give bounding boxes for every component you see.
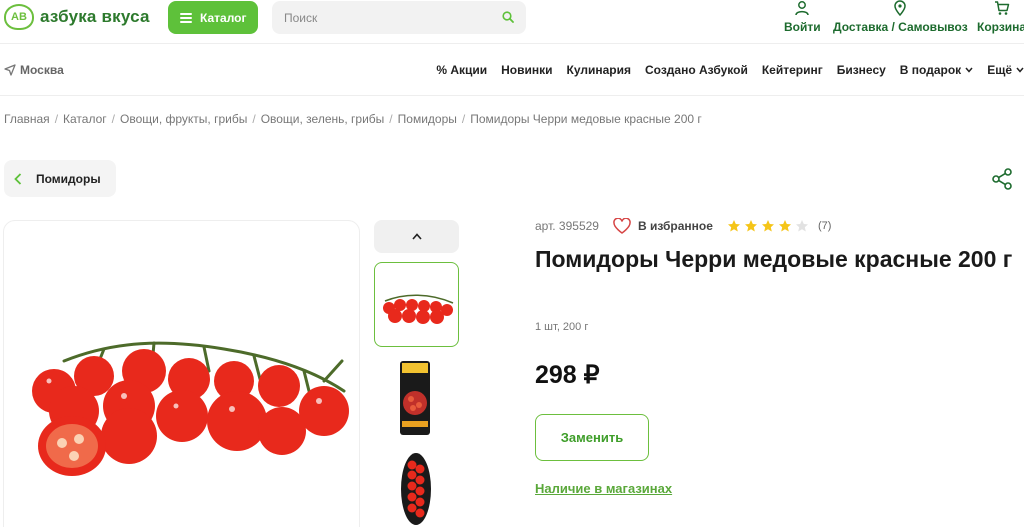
nav-item-culinary[interactable]: Кулинария [567, 63, 631, 77]
logo-text: азбука вкуса [40, 7, 150, 26]
chevron-down-icon [965, 67, 973, 73]
breadcrumb-current: Помидоры Черри медовые красные 200 г [470, 112, 702, 126]
city-selector[interactable]: Москва [4, 63, 64, 77]
heart-icon [613, 218, 631, 234]
cherry-tomatoes-image [32, 341, 349, 476]
star-icon [761, 220, 774, 232]
nav-items: % Акции Новинки Кулинария Создано Азбуко… [436, 63, 1024, 77]
nav-item-promotions[interactable]: % Акции [436, 63, 487, 77]
nav-item-business[interactable]: Бизнесу [837, 63, 886, 77]
catalog-button[interactable]: Каталог [168, 1, 258, 34]
breadcrumb-item[interactable]: Главная [4, 112, 50, 126]
header: AB азбука вкуса Каталог Войти Доставка /… [0, 0, 1024, 44]
store-availability-link[interactable]: Наличие в магазинах [535, 481, 672, 496]
chevron-left-icon [14, 172, 22, 185]
add-to-favorites-button[interactable]: В избранное [613, 218, 713, 234]
breadcrumb-item[interactable]: Овощи, фрукты, грибы [120, 112, 247, 126]
product-main-image[interactable] [3, 220, 360, 527]
back-label: Помидоры [36, 171, 101, 186]
breadcrumb-item[interactable]: Овощи, зелень, грибы [261, 112, 385, 126]
nav-item-new[interactable]: Новинки [501, 63, 552, 77]
navigation-arrow-icon [4, 64, 16, 76]
product-meta: арт. 395529 В избранное (7) [535, 218, 831, 234]
logo[interactable]: AB азбука вкуса [4, 4, 150, 30]
nav-item-gifts[interactable]: В подарок [900, 63, 973, 77]
city-label: Москва [20, 63, 64, 77]
delivery-button[interactable]: Доставка / Самовывоз [833, 0, 968, 34]
product-rating[interactable]: (7) [727, 219, 831, 233]
nav-item-more-label: Ещё [987, 63, 1012, 77]
nav-item-gifts-label: В подарок [899, 63, 962, 77]
breadcrumb: Главная / Каталог / Овощи, фрукты, грибы / … [4, 112, 702, 126]
replace-button[interactable]: Заменить [535, 414, 649, 461]
chevron-up-icon [411, 233, 422, 240]
rating-count: (7) [817, 220, 832, 232]
thumbnail-package-image [400, 361, 430, 435]
star-empty-icon [795, 220, 808, 232]
thumbnail-tomatoes-image [383, 294, 454, 324]
login-button[interactable]: Войти [784, 0, 821, 34]
breadcrumb-item[interactable]: Помидоры [398, 112, 457, 126]
thumbnail-3[interactable] [374, 447, 459, 527]
nav-item-catering[interactable]: Кейтеринг [762, 63, 823, 77]
catalog-button-label: Каталог [200, 10, 247, 25]
thumbnail-1[interactable] [374, 262, 459, 347]
product-title: Помидоры Черри медовые красные 200 г [535, 246, 1013, 272]
product-price: 298 ₽ [535, 361, 600, 389]
star-icon [778, 220, 791, 232]
favorites-label: В избранное [637, 219, 713, 233]
logo-mark-icon: AB [4, 4, 34, 30]
star-icon [744, 220, 757, 232]
cart-label: Корзина [977, 20, 1024, 34]
search-input[interactable] [272, 1, 472, 34]
back-to-category-button[interactable]: Помидоры [4, 160, 116, 197]
cart-button[interactable]: Корзина [977, 0, 1024, 34]
product-quantity: 1 шт, 200 г [535, 321, 589, 333]
nav-item-more[interactable]: Ещё [987, 63, 1024, 77]
star-icon [727, 220, 740, 232]
thumbnail-tray-image [401, 453, 431, 525]
login-label: Войти [784, 20, 821, 34]
thumbnail-2[interactable] [374, 355, 459, 440]
menu-icon [180, 12, 192, 23]
delivery-label: Доставка / Самовывоз [833, 20, 968, 34]
nav-item-own-brand[interactable]: Создано Азбукой [645, 63, 748, 77]
location-pin-icon [894, 0, 907, 16]
thumbnails-scroll-up-button[interactable] [374, 220, 459, 253]
search-box [272, 1, 526, 34]
main-nav: Москва % Акции Новинки Кулинария Создано… [0, 44, 1024, 96]
breadcrumb-item[interactable]: Каталог [63, 112, 107, 126]
cart-icon [994, 1, 1009, 15]
article-number: арт. 395529 [535, 219, 599, 233]
chevron-down-icon [1016, 67, 1024, 73]
search-icon[interactable] [502, 11, 514, 23]
user-icon [795, 1, 810, 16]
share-icon[interactable] [991, 168, 1013, 190]
